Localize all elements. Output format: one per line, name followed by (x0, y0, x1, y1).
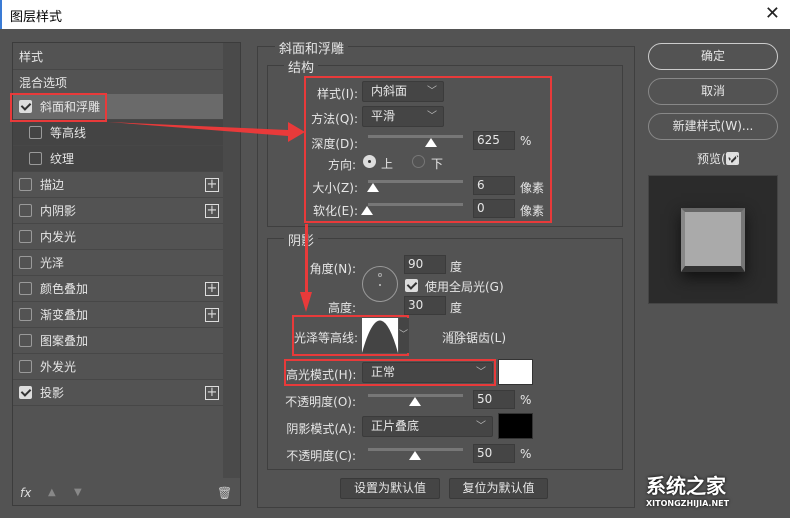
watermark: 系统之家 XITONGZHIJIA.NET (620, 470, 729, 508)
annotation-arrows (108, 122, 312, 312)
watermark-en: XITONGZHIJIA.NET (646, 499, 730, 508)
watermark-cn: 系统之家 (646, 474, 726, 498)
arrow-right-icon (108, 122, 305, 142)
arrow-down-icon (300, 224, 312, 312)
